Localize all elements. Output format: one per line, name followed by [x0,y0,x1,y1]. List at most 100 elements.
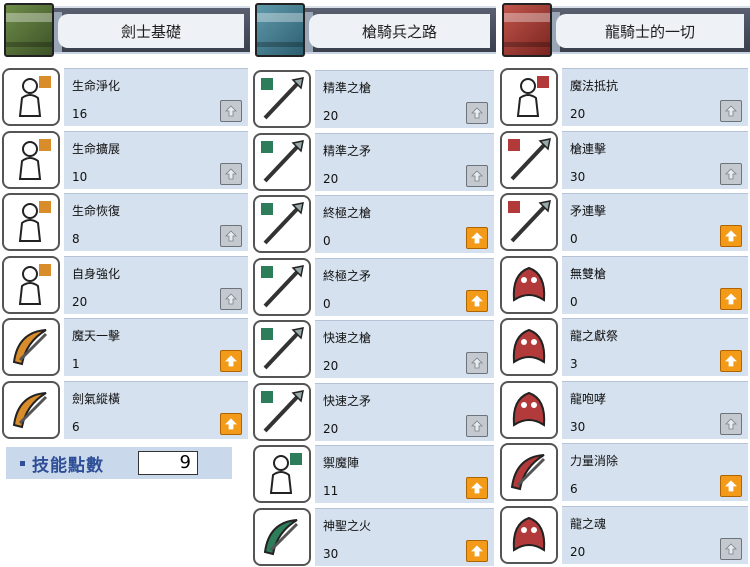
skill-name: 精準之槍 [323,81,372,95]
level-up-button[interactable] [220,225,242,247]
skill-name: 終極之槍 [323,206,372,220]
level-up-button[interactable] [466,289,488,312]
level-up-button[interactable] [220,412,242,435]
skill-card: 槍連擊 30 [562,130,748,189]
arrow-up-icon [725,355,737,367]
skill-level: 6 [72,419,80,434]
panel-header[interactable]: 劍士基礎 [0,0,250,60]
panel-title: 龍騎士的一切 [556,14,744,48]
sword-strike-icon[interactable] [2,318,60,376]
skill-row: 劍氣縱橫 6 [0,379,250,441]
skill-row: 終極之槍 0 [251,193,496,255]
skill-name: 魔法抵抗 [570,79,619,93]
person-aura-icon[interactable] [2,255,60,314]
level-up-button[interactable] [720,162,742,185]
level-up-button[interactable] [466,539,488,562]
skill-row: 自身強化 20 [0,254,250,316]
level-up-button[interactable] [720,412,742,435]
level-up-button[interactable] [466,477,488,499]
level-up-button[interactable] [220,287,242,310]
level-up-button[interactable] [220,350,242,372]
level-up-button[interactable] [720,537,742,560]
skill-level: 3 [570,357,578,371]
person-growth-icon[interactable] [2,130,60,189]
skill-card: 快速之槍 20 [315,320,494,378]
skill-row: 龍之魂 20 [498,504,750,566]
shield-person-icon[interactable] [253,445,311,503]
level-up-button[interactable] [220,162,242,185]
skill-level: 20 [72,294,88,309]
holy-fire-icon[interactable] [253,507,311,566]
bullet-icon [20,461,25,466]
dragon-roar-icon[interactable] [500,380,558,439]
level-up-button[interactable] [466,227,488,249]
skill-panel-swordman: 劍士基礎 生命淨化 16 生命擴展 10 生命恢復 8 自身強化 20 魔天一擊 1 劍氣縱橫 6 [0,0,250,439]
halberd-icon[interactable] [253,132,311,191]
power-crash-icon[interactable] [500,443,558,501]
skill-row: 快速之槍 20 [251,318,496,380]
skill-name: 生命恢復 [72,204,121,218]
quick-spear-icon[interactable] [253,320,311,378]
skill-level: 30 [323,546,339,561]
skill-card: 自身強化 20 [64,255,248,314]
panel-header[interactable]: 龍騎士的一切 [498,0,750,60]
skill-level: 20 [323,109,339,123]
skill-level: 20 [323,359,339,373]
magic-resist-icon[interactable] [500,68,558,126]
level-up-button[interactable] [466,352,488,374]
arrow-up-icon [725,105,737,117]
spear-crusher-icon[interactable] [500,130,558,189]
level-up-button[interactable] [720,287,742,310]
level-up-button[interactable] [720,100,742,122]
skill-name: 劍氣縱橫 [72,391,121,406]
skill-card: 矛連擊 0 [562,193,748,251]
sword-wave-icon[interactable] [2,380,60,439]
skill-card: 生命擴展 10 [64,130,248,189]
arrow-up-icon [225,292,237,304]
arrow-up-icon [225,167,237,179]
quick-halberd-icon[interactable] [253,382,311,441]
level-up-button[interactable] [466,164,488,187]
skill-card: 快速之矛 20 [315,382,494,441]
skill-name: 龍咆哮 [570,391,607,406]
skill-card: 無雙槍 0 [562,255,748,314]
ultimate-halberd-icon[interactable] [253,257,311,316]
level-up-button[interactable] [220,100,242,122]
skill-card: 龍之魂 20 [562,505,748,564]
skill-name: 力量消除 [570,454,619,468]
skill-name: 生命淨化 [72,79,121,93]
level-up-button[interactable] [466,102,488,124]
level-up-button[interactable] [720,475,742,497]
level-up-button[interactable] [720,225,742,247]
skill-row: 龍之獻祭 3 [498,316,750,378]
level-up-button[interactable] [720,350,742,372]
skill-card: 終極之槍 0 [315,195,494,253]
skill-row: 禦魔陣 11 [251,443,496,505]
dragon-blood-icon[interactable] [500,505,558,564]
skill-row: 矛連擊 0 [498,191,750,253]
dragon-sacrifice-icon[interactable] [500,318,558,376]
arrow-up-icon [725,230,737,242]
skill-card: 劍氣縱橫 6 [64,380,248,439]
halberd-crusher-icon[interactable] [500,193,558,251]
skill-level: 8 [72,232,80,246]
person-plus-icon[interactable] [2,68,60,126]
skill-panel-spearman: 槍騎兵之路 精準之槍 20 精準之矛 20 終極之槍 0 終極之矛 0 快速之槍 20 快速之矛 20… [251,0,496,566]
skill-points-value: 9 [138,451,198,475]
skill-points-label: 技能點數 [32,455,104,476]
panel-header[interactable]: 槍騎兵之路 [251,0,496,60]
dragon-fury-icon[interactable] [500,255,558,314]
skill-level: 30 [570,169,586,184]
skill-card: 魔天一擊 1 [64,318,248,376]
skill-name: 自身強化 [72,266,121,281]
ultimate-spear-icon[interactable] [253,195,311,253]
level-up-button[interactable] [466,414,488,437]
spear-icon[interactable] [253,70,311,128]
skill-row: 魔法抵抗 20 [498,66,750,128]
skill-level: 20 [570,544,586,559]
skill-level: 0 [323,296,331,311]
skill-name: 無雙槍 [570,266,607,281]
person-ladder-icon[interactable] [2,193,60,251]
skill-row: 神聖之火 30 [251,506,496,567]
skill-row: 生命恢復 8 [0,191,250,253]
